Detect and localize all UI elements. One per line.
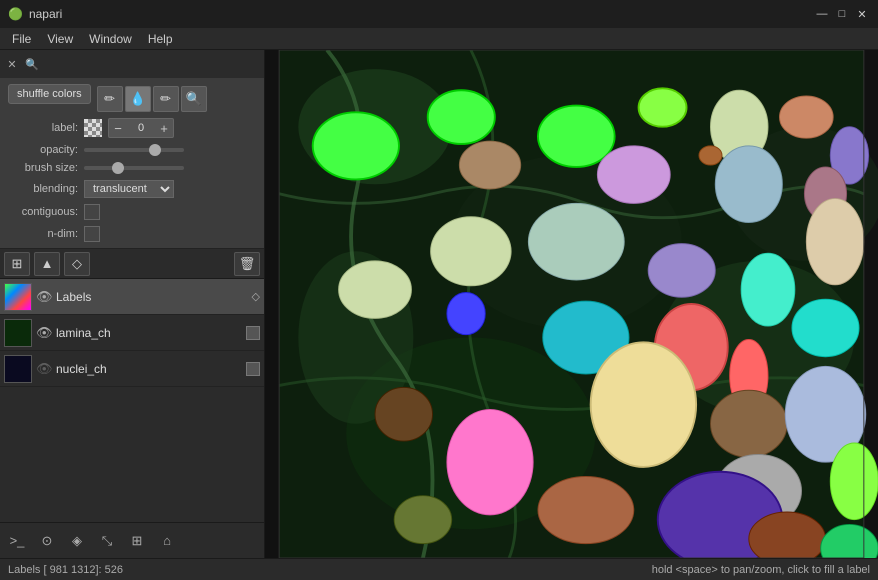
grid-button[interactable]: ⊞ (124, 528, 150, 554)
layer-name-nuclei: nuclei_ch (56, 362, 242, 376)
segmentation-canvas[interactable] (265, 50, 878, 558)
search-panel-button[interactable]: 🔍 (24, 56, 40, 72)
brush-size-row: brush size: (8, 162, 256, 174)
layer-item-nuclei[interactable]: 👁 nuclei_ch (0, 351, 264, 387)
home-button[interactable]: ⌂ (154, 528, 180, 554)
label-color-swatch (84, 119, 102, 137)
menu-view[interactable]: View (39, 30, 81, 48)
layer-thumb-nuclei (4, 355, 32, 383)
close-button[interactable]: ✕ (854, 6, 870, 22)
layer-visibility-labels[interactable]: 👁 (36, 289, 52, 305)
maximize-button[interactable]: □ (834, 6, 850, 22)
brush-size-text: brush size: (8, 162, 78, 174)
layer-list: 👁 Labels ◇ 👁 lamina_ch 👁 nuclei_ch (0, 279, 264, 522)
paint-tool-button[interactable]: ✏ (97, 86, 123, 112)
layer-toolbar: ⊞ ▲ ◇ 🗑 (0, 249, 264, 279)
label-increment-button[interactable]: + (155, 119, 173, 137)
opacity-text: opacity: (8, 144, 78, 156)
left-panel: ✕ 🔍 shuffle colors ✏ 💧 ✏ 🔍 label: − (0, 50, 265, 558)
layer-name-lamina: lamina_ch (56, 326, 242, 340)
brush-size-slider-track[interactable] (84, 166, 184, 170)
menu-help[interactable]: Help (140, 30, 181, 48)
shuffle-colors-button[interactable]: shuffle colors (8, 84, 91, 104)
tool-icons: ✏ 💧 ✏ 🔍 (97, 86, 207, 112)
delete-layer-button[interactable]: 🗑 (234, 252, 260, 276)
label-value: 0 (127, 122, 155, 134)
brush-size-slider-thumb[interactable] (112, 162, 124, 174)
layer-type-icon-labels: ◇ (252, 290, 260, 303)
opacity-slider-track[interactable] (84, 148, 184, 152)
blending-select[interactable]: translucent additive opaque (84, 180, 174, 198)
contiguous-row: contiguous: (8, 204, 256, 220)
controls-area: shuffle colors ✏ 💧 ✏ 🔍 label: − 0 + (0, 78, 264, 249)
titlebar: 🟢 napari — □ ✕ (0, 0, 878, 28)
close-panel-button[interactable]: ✕ (4, 56, 20, 72)
label-number-control: − 0 + (108, 118, 174, 138)
opacity-slider-thumb[interactable] (149, 144, 161, 156)
app-icon: 🟢 (8, 7, 23, 21)
fill-tool-button[interactable]: 💧 (125, 86, 151, 112)
layer-item-lamina[interactable]: 👁 lamina_ch (0, 315, 264, 351)
statusbar: Labels [ 981 1312]: 526 hold <space> to … (0, 558, 878, 580)
layer-item-labels[interactable]: 👁 Labels ◇ (0, 279, 264, 315)
zoom-tool-button[interactable]: 🔍 (181, 86, 207, 112)
main-layout: ✕ 🔍 shuffle colors ✏ 💧 ✏ 🔍 label: − (0, 50, 878, 558)
bottom-toolbar: >_ ⊙ ◈ ⤡ ⊞ ⌂ (0, 522, 264, 558)
layer-thumb-labels (4, 283, 32, 311)
new-shapes-button[interactable]: ▲ (34, 252, 60, 276)
layer-panel: ⊞ ▲ ◇ 🗑 👁 Labels ◇ 👁 lamina_ch (0, 249, 264, 522)
label-text: label: (8, 122, 78, 134)
expand-button[interactable]: ⤡ (94, 528, 120, 554)
contiguous-text: contiguous: (8, 206, 78, 218)
canvas-area[interactable] (265, 50, 878, 558)
ndim-text: n-dim: (8, 228, 78, 240)
contiguous-checkbox[interactable] (84, 204, 100, 220)
titlebar-controls: — □ ✕ (814, 6, 870, 22)
opacity-row: opacity: (8, 144, 256, 156)
menu-window[interactable]: Window (81, 30, 140, 48)
layer-name-labels: Labels (56, 290, 248, 304)
new-labels-button[interactable]: ◇ (64, 252, 90, 276)
status-coords: Labels [ 981 1312]: 526 (8, 564, 123, 576)
status-hint: hold <space> to pan/zoom, click to fill … (652, 564, 870, 576)
label-decrement-button[interactable]: − (109, 119, 127, 137)
erase-tool-button[interactable]: ✏ (153, 86, 179, 112)
screenshot-button[interactable]: ⊙ (34, 528, 60, 554)
menu-file[interactable]: File (4, 30, 39, 48)
layer-visibility-lamina[interactable]: 👁 (36, 325, 52, 341)
console-button[interactable]: >_ (4, 528, 30, 554)
minimize-button[interactable]: — (814, 6, 830, 22)
ndim-row: n-dim: (8, 226, 256, 242)
blending-row: blending: translucent additive opaque (8, 180, 256, 198)
label-row: label: − 0 + (8, 118, 256, 138)
blending-text: blending: (8, 183, 78, 195)
new-points-button[interactable]: ⊞ (4, 252, 30, 276)
3d-view-button[interactable]: ◈ (64, 528, 90, 554)
app-title: napari (29, 7, 62, 21)
ndim-checkbox[interactable] (84, 226, 100, 242)
layer-type-icon-nuclei (246, 362, 260, 376)
menubar: File View Window Help (0, 28, 878, 50)
titlebar-left: 🟢 napari (8, 7, 62, 21)
layer-type-icon-lamina (246, 326, 260, 340)
layer-thumb-lamina (4, 319, 32, 347)
panel-toolbar: ✕ 🔍 (0, 50, 264, 78)
layer-visibility-nuclei[interactable]: 👁 (36, 361, 52, 377)
